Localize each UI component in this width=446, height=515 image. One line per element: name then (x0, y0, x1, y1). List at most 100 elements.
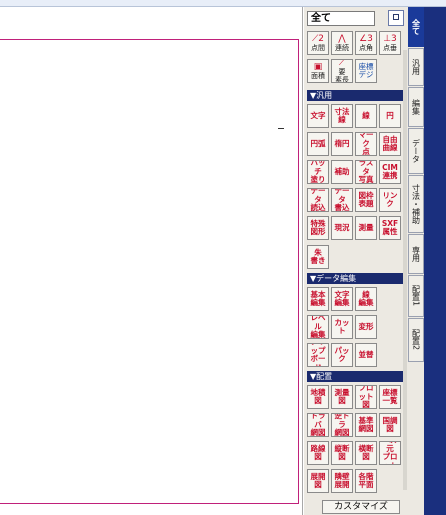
section-header[interactable]: ▼配置 (307, 371, 405, 382)
command-button[interactable]: CIM 連携 (379, 160, 401, 184)
button-label: 円 (386, 110, 394, 120)
tab-label: 全て (411, 19, 421, 35)
command-button[interactable]: 座標 デジ (355, 59, 377, 83)
command-button[interactable]: 自由 曲線 (379, 132, 401, 156)
command-button[interactable]: 文字 編集 (331, 287, 353, 311)
button-label: 点間 (311, 43, 325, 52)
category-combo[interactable]: 全て (307, 11, 375, 26)
drawing-frame (0, 39, 299, 504)
command-button[interactable]: ハッチ 塗り (307, 160, 329, 184)
command-button[interactable]: 横断 図 (355, 441, 377, 465)
command-button[interactable]: リンク (379, 188, 401, 212)
command-button[interactable]: 地積 図 (307, 385, 329, 409)
command-button[interactable]: 円 (379, 104, 401, 128)
command-button[interactable]: 展開 図 (307, 469, 329, 493)
command-button[interactable]: データ 書込 (331, 188, 353, 212)
button-label: 補助 (334, 166, 350, 176)
command-button[interactable]: 楕円 (331, 132, 353, 156)
command-button[interactable]: 特殊 図形 (307, 216, 329, 240)
command-button[interactable]: 円弧 (307, 132, 329, 156)
command-button[interactable]: クリップ ボード (307, 343, 329, 367)
button-label: リンク (382, 190, 398, 208)
tool-icon: ∠3 (359, 33, 373, 44)
panel-scrollbar[interactable] (403, 50, 407, 490)
section-header[interactable]: ▼データ編集 (307, 273, 405, 284)
command-button[interactable]: SXF 属性 (379, 216, 401, 240)
button-label: 座標 デジ (358, 61, 374, 79)
button-label: 国調 図 (382, 415, 398, 433)
section-header[interactable]: ▼汎用 (307, 90, 405, 101)
top-border (0, 0, 446, 7)
tab-6[interactable]: 配置1 (408, 275, 424, 317)
command-button[interactable]: ∠3 点角 (355, 31, 377, 55)
command-button[interactable]: レベル 編集 (307, 315, 329, 339)
customize-button[interactable]: カスタマイズ (322, 500, 400, 514)
button-label: 現況 (334, 222, 350, 232)
tool-icon: ⟋2 (311, 33, 325, 44)
tab-1[interactable]: 汎用 (408, 48, 424, 86)
command-button[interactable]: ラスタ 写真 (355, 160, 377, 184)
button-label: 変形 (358, 321, 374, 331)
command-button[interactable]: ⊥3 点垂 (379, 31, 401, 55)
tool-icon: ⋀ (338, 33, 346, 44)
command-button[interactable]: 測量 (355, 216, 377, 240)
tab-3[interactable]: データ (408, 128, 424, 174)
tool-icon: ⊥3 (383, 33, 397, 44)
command-button[interactable]: 各階 平面 (355, 469, 377, 493)
command-button[interactable]: パック (331, 343, 353, 367)
button-label: 連続 (335, 43, 349, 52)
tab-5[interactable]: 専用 (408, 234, 424, 274)
button-label: マーク 点 (358, 132, 374, 156)
window-toggle-button[interactable] (388, 10, 404, 26)
tab-label: 配置2 (411, 329, 421, 351)
command-button[interactable]: 国調 図 (379, 413, 401, 437)
command-button[interactable]: 線 編集 (355, 287, 377, 311)
panel-header: 全て (307, 10, 405, 27)
button-label: 縦断 図 (334, 443, 350, 461)
command-button[interactable]: 寸法 線 (331, 104, 353, 128)
command-button[interactable]: 基本 編集 (307, 287, 329, 311)
command-button[interactable]: 補助 (331, 160, 353, 184)
button-label: 線 編集 (358, 289, 374, 307)
command-button[interactable]: トラバ 網図 (307, 413, 329, 437)
command-button[interactable]: 測量 図 (331, 385, 353, 409)
command-button[interactable]: 文字 (307, 104, 329, 128)
button-label: 各階 平面 (358, 471, 374, 489)
button-label: 逆トラ 網図 (334, 413, 350, 437)
command-button[interactable]: ⋀ 連続 (331, 31, 353, 55)
command-button[interactable]: データ 読込 (307, 188, 329, 212)
button-label: データ 書込 (334, 188, 350, 212)
button-label: 自由 曲線 (382, 134, 398, 152)
command-button[interactable]: 変形 (355, 315, 377, 339)
command-button[interactable]: 並替 (355, 343, 377, 367)
command-button[interactable]: プロット 図 (355, 385, 377, 409)
command-button[interactable]: ▣ 面積 (307, 59, 329, 83)
tab-0[interactable]: 全て (408, 7, 424, 47)
command-button[interactable]: 座標 一覧 (379, 385, 401, 409)
command-button[interactable]: 図枠 表題 (355, 188, 377, 212)
command-button[interactable]: 基準 網図 (355, 413, 377, 437)
tab-4[interactable]: 寸法・補助 (408, 175, 424, 233)
button-label: 3次元 プロット (382, 442, 398, 465)
command-button[interactable]: 現況 (331, 216, 353, 240)
tab-7[interactable]: 配置2 (408, 318, 424, 362)
command-button[interactable]: ⟋2 点間 (307, 31, 329, 55)
button-label: ラスタ 写真 (358, 160, 374, 184)
tab-2[interactable]: 編集 (408, 87, 424, 127)
drawing-canvas[interactable] (0, 7, 303, 515)
command-button[interactable]: 縦断 図 (331, 441, 353, 465)
button-label: 基本 編集 (310, 289, 326, 307)
command-button[interactable]: ⟋ 要 素長 (331, 59, 353, 83)
command-button[interactable]: 路線 図 (307, 441, 329, 465)
red-draft-button[interactable]: 朱 書き (307, 245, 329, 269)
command-button[interactable]: 逆トラ 網図 (331, 413, 353, 437)
tool-icon: ▣ (313, 61, 323, 72)
command-button[interactable]: マーク 点 (355, 132, 377, 156)
button-label: 並替 (358, 349, 374, 359)
command-button[interactable]: 3次元 プロット (379, 441, 401, 465)
command-button[interactable]: 線 (355, 104, 377, 128)
button-label: 図枠 表題 (358, 190, 374, 208)
command-button[interactable]: 隣壁 展開 (331, 469, 353, 493)
button-label: 隣壁 展開 (334, 471, 350, 489)
command-button[interactable]: カット (331, 315, 353, 339)
